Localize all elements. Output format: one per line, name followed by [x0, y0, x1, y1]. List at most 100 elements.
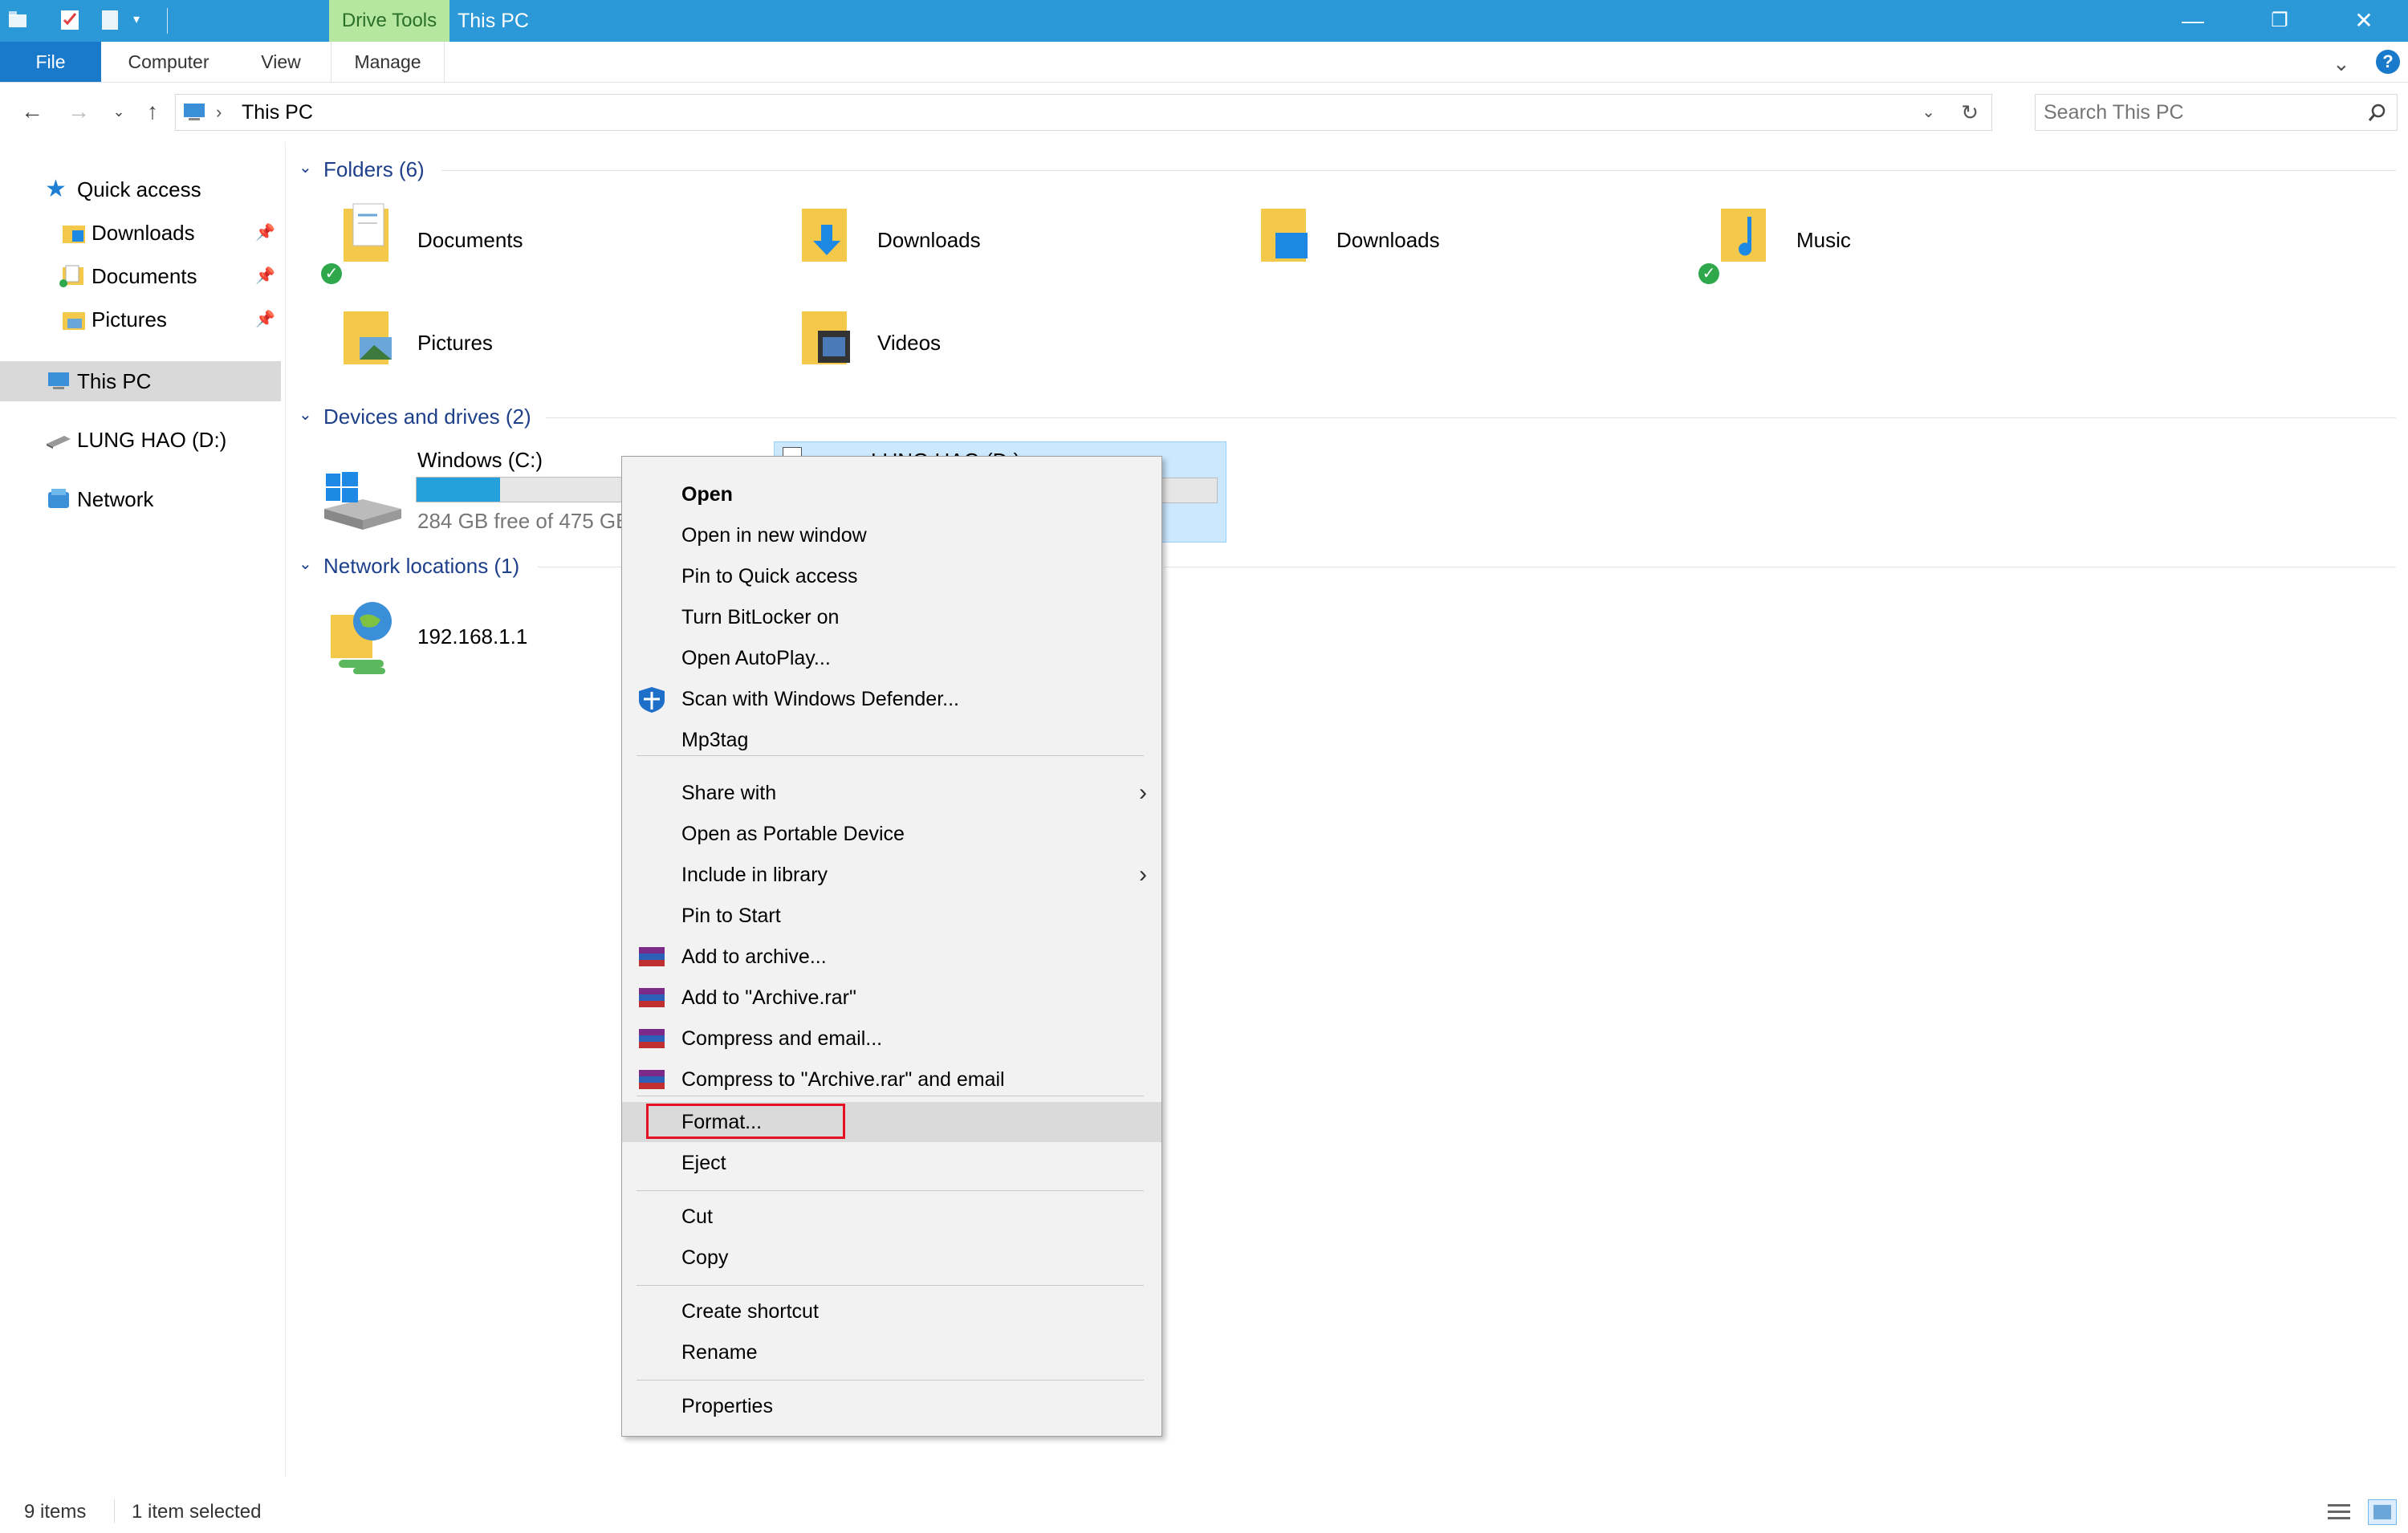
tab-manage[interactable]: Manage: [331, 42, 445, 82]
menu-separator: [637, 755, 1144, 756]
menu-item-include-in-library[interactable]: Include in library ›: [622, 855, 1161, 895]
menu-item-compress-and-email[interactable]: Compress and email...: [622, 1019, 1161, 1059]
drive-free-space: 284 GB free of 475 GB: [417, 509, 626, 533]
sidebar-item-network[interactable]: Network: [0, 479, 281, 519]
properties-icon[interactable]: [58, 8, 82, 32]
navigation-pane: ★ Quick access Downloads 📌 Documents 📌 P…: [0, 142, 286, 1477]
synced-check-icon: ✓: [1698, 263, 1719, 284]
menu-item-copy[interactable]: Copy: [622, 1238, 1161, 1278]
menu-item-eject[interactable]: Eject: [622, 1143, 1161, 1183]
breadcrumb-this-pc[interactable]: This PC: [242, 95, 313, 130]
network-location-item[interactable]: 192.168.1.1: [321, 594, 626, 682]
sidebar-item-this-pc[interactable]: This PC: [0, 361, 281, 401]
downloads-folder-icon: [802, 209, 847, 262]
menu-item-rename[interactable]: Rename: [622, 1332, 1161, 1372]
sidebar-item-quick-access[interactable]: ★ Quick access: [0, 169, 281, 209]
section-divider: [441, 170, 2396, 171]
collapse-chevron-icon[interactable]: ⌄: [299, 554, 312, 574]
winrar-icon: [639, 988, 665, 1007]
minimize-button[interactable]: —: [2153, 0, 2233, 42]
tab-view[interactable]: View: [241, 42, 321, 82]
pictures-folder-icon: [344, 311, 392, 364]
collapse-chevron-icon[interactable]: ⌄: [299, 157, 312, 177]
menu-separator: [637, 1380, 1144, 1381]
menu-item-open-as-portable-device[interactable]: Open as Portable Device: [622, 814, 1161, 854]
collapse-chevron-icon[interactable]: ⌄: [299, 405, 312, 425]
menu-item-create-shortcut[interactable]: Create shortcut: [622, 1291, 1161, 1332]
restore-button[interactable]: ❐: [2239, 0, 2320, 42]
pin-icon: 📌: [255, 224, 275, 242]
search-box[interactable]: [2035, 94, 2398, 131]
customize-qat-icon[interactable]: ▾: [133, 8, 157, 32]
breadcrumb-chevron-icon[interactable]: ›: [216, 95, 222, 130]
sidebar-item-downloads[interactable]: Downloads 📌: [0, 213, 281, 253]
divider: [114, 1499, 115, 1523]
network-location-label: 192.168.1.1: [417, 624, 528, 649]
forward-icon[interactable]: →: [63, 96, 95, 128]
menu-item-open-autoplay[interactable]: Open AutoPlay...: [622, 638, 1161, 678]
folder-item-music[interactable]: ✓ Music: [1698, 201, 2143, 289]
refresh-icon[interactable]: ↻: [1961, 95, 1979, 130]
item-count: 9 items: [24, 1501, 87, 1523]
menu-item-cut[interactable]: Cut: [622, 1197, 1161, 1237]
menu-item-scan-with-defender[interactable]: Scan with Windows Defender...: [622, 679, 1161, 719]
menu-item-pin-to-quick-access[interactable]: Pin to Quick access: [622, 556, 1161, 596]
devices-section-header[interactable]: Devices and drives (2): [323, 405, 531, 429]
address-dropdown-icon[interactable]: ⌄: [1922, 95, 1935, 130]
tab-file[interactable]: File: [0, 42, 101, 82]
menu-item-compress-to-archive-rar-and-email[interactable]: Compress to "Archive.rar" and email: [622, 1059, 1161, 1100]
folders-section-header[interactable]: Folders (6): [323, 157, 425, 182]
menu-item-mp3tag[interactable]: Mp3tag: [622, 720, 1161, 760]
details-view-icon[interactable]: [2326, 1501, 2352, 1523]
tab-computer[interactable]: Computer: [112, 42, 225, 82]
recent-locations-icon[interactable]: ⌄: [103, 96, 135, 128]
sidebar-item-pictures[interactable]: Pictures 📌: [0, 299, 281, 340]
sidebar-item-lung-hao-drive[interactable]: LUNG HAO (D:): [0, 420, 281, 460]
folder-item-documents[interactable]: ✓ Documents: [321, 201, 763, 289]
menu-item-open-in-new-window[interactable]: Open in new window: [622, 515, 1161, 555]
menu-item-add-to-archive[interactable]: Add to archive...: [622, 937, 1161, 977]
menu-item-add-to-archive-rar[interactable]: Add to "Archive.rar": [622, 978, 1161, 1018]
expand-ribbon-icon[interactable]: ⌄: [2333, 51, 2350, 76]
menu-separator: [637, 1285, 1144, 1286]
close-button[interactable]: ✕: [2324, 0, 2404, 42]
menu-item-share-with[interactable]: Share with ›: [622, 773, 1161, 813]
back-icon[interactable]: ←: [16, 96, 48, 128]
up-icon[interactable]: ↑: [136, 96, 169, 128]
search-input[interactable]: [2042, 98, 2350, 127]
videos-folder-icon: [802, 311, 850, 364]
menu-item-properties[interactable]: Properties: [622, 1386, 1161, 1426]
folder-item-downloads-2[interactable]: Downloads: [1250, 201, 1683, 289]
network-icon: [48, 489, 69, 508]
folder-label: Downloads: [1336, 228, 1440, 252]
navigation-bar: ← → ⌄ ↑ › This PC ⌄ ↻: [0, 83, 2408, 142]
pictures-folder-icon: [63, 312, 85, 330]
folder-item-downloads[interactable]: Downloads: [791, 201, 1224, 289]
network-section-header[interactable]: Network locations (1): [323, 554, 519, 579]
address-bar[interactable]: › This PC ⌄ ↻: [175, 94, 1992, 131]
menu-item-open[interactable]: Open: [622, 474, 1161, 514]
large-icons-view-icon[interactable]: [2368, 1499, 2397, 1525]
downloads-folder-icon: [63, 226, 85, 243]
drive-usage-bar: [416, 477, 626, 502]
pin-icon: 📌: [255, 267, 275, 285]
documents-folder-icon: [344, 203, 388, 262]
windows-defender-shield-icon: [639, 687, 665, 713]
help-icon[interactable]: ?: [2376, 50, 2400, 74]
folder-label: Downloads: [877, 228, 981, 252]
drive-tools-context-tab[interactable]: Drive Tools: [329, 0, 449, 42]
folder-item-videos[interactable]: Videos: [791, 303, 1224, 392]
menu-item-pin-to-start[interactable]: Pin to Start: [622, 896, 1161, 936]
sidebar-item-documents[interactable]: Documents 📌: [0, 256, 281, 296]
drive-item-windows-c[interactable]: Windows (C:) 284 GB free of 475 GB: [321, 441, 626, 538]
winrar-icon: [639, 1070, 665, 1089]
this-pc-icon: [184, 104, 205, 120]
menu-item-turn-bitlocker-on[interactable]: Turn BitLocker on: [622, 597, 1161, 637]
new-folder-icon[interactable]: [98, 8, 122, 32]
menu-item-format[interactable]: Format...: [622, 1102, 1161, 1142]
window-title: This PC: [458, 10, 529, 32]
folder-item-pictures[interactable]: Pictures: [329, 303, 763, 392]
title-bar: ▾ Drive Tools This PC — ❐ ✕: [0, 0, 2408, 42]
search-icon[interactable]: [2368, 103, 2387, 122]
sidebar-item-label: Quick access: [77, 177, 201, 201]
